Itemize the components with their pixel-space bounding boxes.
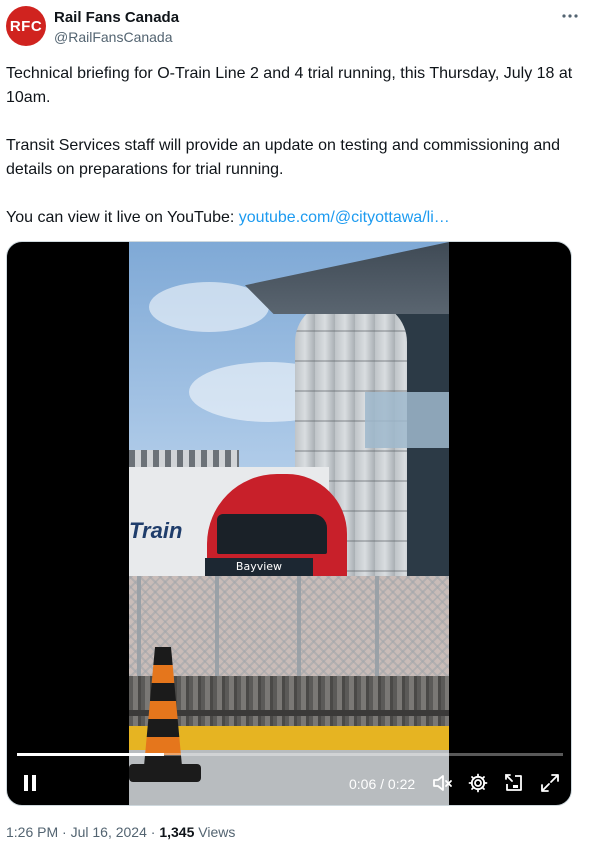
tweet-paragraph-3-text: You can view it live on YouTube: (6, 209, 239, 226)
video-duration: 0:22 (387, 776, 416, 792)
video-progress-bar[interactable] (17, 753, 563, 756)
video-time-separator: / (376, 776, 388, 792)
display-name[interactable]: Rail Fans Canada (54, 8, 179, 28)
views-count: 1,345 (159, 824, 195, 840)
youtube-link[interactable]: youtube.com/@cityottawa/li… (239, 209, 450, 226)
video-glass-balcony (365, 392, 449, 448)
volume-muted-icon[interactable] (431, 772, 453, 794)
video-current-time: 0:06 (349, 776, 377, 792)
video-fence (129, 576, 449, 676)
tweet-header: RFC Rail Fans Canada @RailFansCanada (6, 6, 598, 50)
views-label: Views (198, 824, 236, 840)
fence-post (215, 576, 219, 676)
video-controls: 0:06 / 0:22 (7, 766, 571, 802)
station-sign: Bayview (205, 558, 313, 576)
tweet-date[interactable]: Jul 16, 2024 (71, 824, 147, 840)
picture-in-picture-icon[interactable] (503, 772, 525, 794)
fence-post (137, 576, 141, 676)
video-progress-fill (17, 753, 165, 756)
meta-separator: · (146, 824, 160, 840)
tweet-meta: 1:26 PM · Jul 16, 2024 · 1,345 Views (6, 824, 235, 840)
video-frame[interactable]: Train Bayview (129, 242, 449, 805)
video-train-logo: Train (129, 518, 183, 543)
more-icon[interactable] (560, 8, 580, 28)
fence-post (297, 576, 301, 676)
avatar[interactable]: RFC (6, 6, 46, 46)
tweet-paragraph-1: Technical briefing for O-Train Line 2 an… (6, 65, 577, 106)
fence-post (375, 576, 379, 676)
gear-icon[interactable] (467, 772, 489, 794)
video-train-window (217, 514, 327, 554)
fullscreen-icon[interactable] (539, 772, 561, 794)
meta-separator: · (58, 824, 71, 840)
video-player[interactable]: Train Bayview 0:06 / 0:22 (6, 241, 572, 806)
author-block: Rail Fans Canada @RailFansCanada (54, 8, 179, 47)
tweet-paragraph-3: You can view it live on YouTube: youtube… (6, 206, 576, 230)
tweet-time[interactable]: 1:26 PM (6, 824, 58, 840)
handle[interactable]: @RailFansCanada (54, 28, 179, 47)
video-time: 0:06 / 0:22 (349, 776, 415, 792)
tweet-paragraph-2: Transit Services staff will provide an u… (6, 137, 565, 178)
pause-icon[interactable] (19, 772, 41, 794)
tweet-text: Technical briefing for O-Train Line 2 an… (6, 62, 576, 230)
